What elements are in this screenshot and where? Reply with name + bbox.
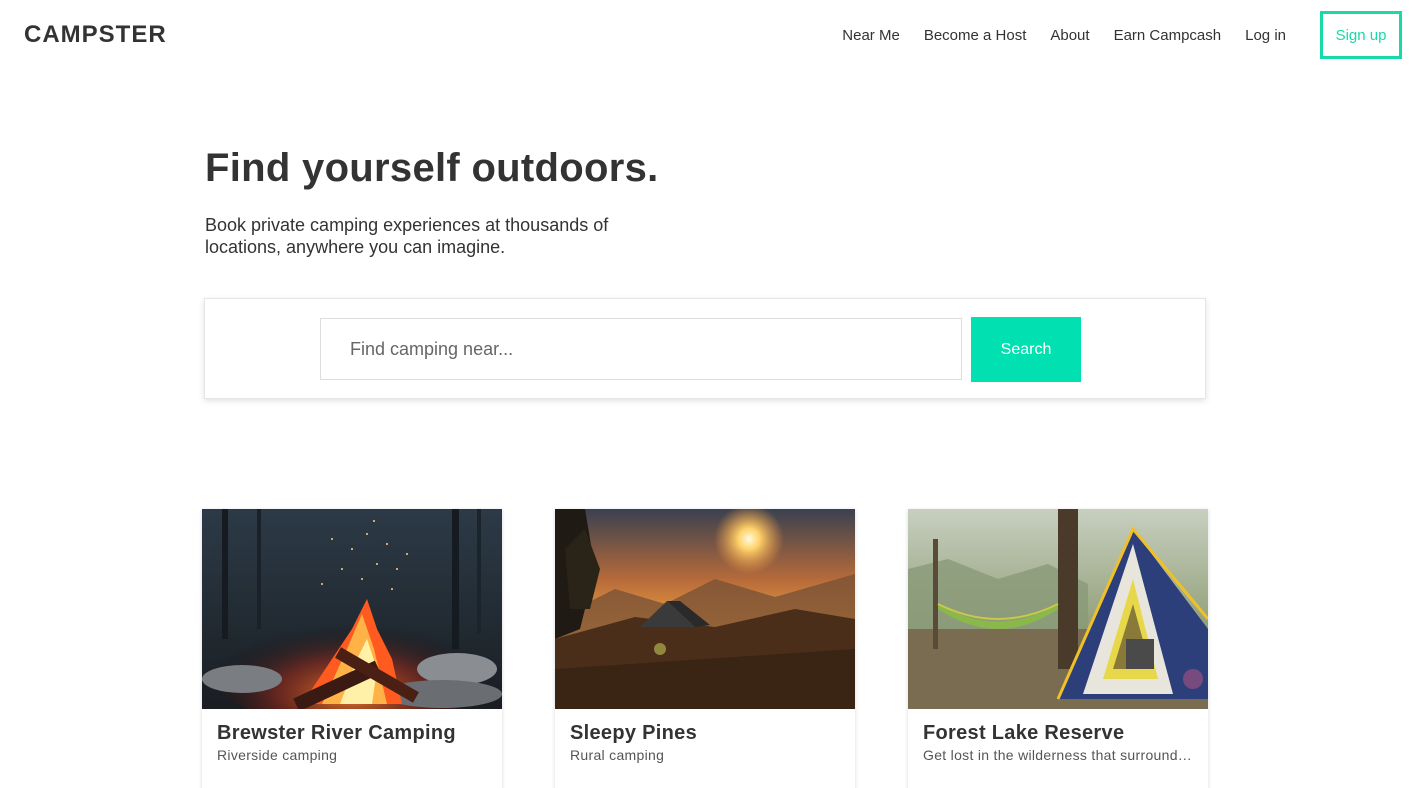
location-search-input[interactable] [320,318,962,380]
top-navbar: CAMPSTER Near Me Become a Host About Ear… [0,0,1410,70]
listing-card-sleepy-pines[interactable]: Sleepy Pines Rural camping [555,509,855,788]
nav-about[interactable]: About [1050,27,1089,44]
card-description: Get lost in the wilderness that surround… [923,747,1195,763]
nav-earn-campcash[interactable]: Earn Campcash [1114,27,1222,44]
card-title[interactable]: Forest Lake Reserve [923,722,1124,745]
search-button[interactable]: Search [971,317,1081,382]
page: CAMPSTER Near Me Become a Host About Ear… [0,0,1410,788]
nav-near-me[interactable]: Near Me [842,27,900,44]
hero-subtitle: Book private camping experiences at thou… [205,215,609,257]
listing-card-brewster-river[interactable]: Brewster River Camping Riverside camping [202,509,502,788]
campfire-photo [202,509,502,709]
card-description: Riverside camping [217,747,338,763]
listing-card-forest-lake[interactable]: Forest Lake Reserve Get lost in the wild… [908,509,1208,788]
tent-hammock-photo [908,509,1208,709]
card-description: Rural camping [570,747,665,763]
brand-logo[interactable]: CAMPSTER [24,21,167,49]
search-panel: Search [204,298,1206,399]
card-title[interactable]: Sleepy Pines [570,722,697,745]
hero-title: Find yourself outdoors. [205,146,659,190]
nav-log-in[interactable]: Log in [1245,27,1286,44]
sign-up-button[interactable]: Sign up [1320,11,1402,59]
main-nav: Near Me Become a Host About Earn Campcas… [842,0,1410,70]
sunset-tent-photo [555,509,855,709]
card-title[interactable]: Brewster River Camping [217,722,456,745]
nav-become-host[interactable]: Become a Host [924,27,1027,44]
